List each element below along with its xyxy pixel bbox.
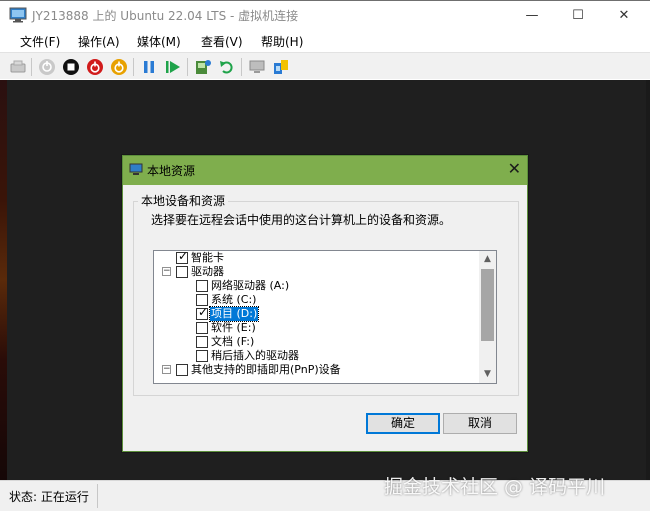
menu-file[interactable]: 文件(F) [20, 33, 60, 50]
window-title: JY213888 上的 Ubuntu 22.04 LTS - 虚拟机连接 [32, 9, 299, 23]
checkpoint-icon[interactable] [194, 58, 212, 76]
share-icon[interactable] [272, 58, 290, 76]
toolbar-separator [31, 58, 32, 76]
scroll-down-arrow-icon[interactable]: ▼ [479, 366, 496, 383]
tree-item-later-drives[interactable]: 稍后插入的驱动器 [196, 349, 476, 363]
pause-icon[interactable] [140, 58, 158, 76]
dialog-computer-icon [129, 163, 143, 180]
cancel-button[interactable]: 取消 [443, 413, 517, 434]
vm-connection-icon [9, 7, 27, 23]
enhanced-session-icon[interactable] [248, 58, 266, 76]
ctrl-alt-del-icon[interactable] [9, 58, 27, 76]
collapse-icon[interactable]: − [162, 267, 171, 276]
tree-item-network-drive[interactable]: 网络驱动器 (A:) [196, 279, 476, 293]
later-drives-checkbox[interactable] [196, 350, 208, 362]
status-text: 状态: 正在运行 [9, 490, 89, 504]
group-label: 本地设备和资源 [138, 192, 229, 209]
network-drive-checkbox[interactable] [196, 280, 208, 292]
tree-item-label: 网络驱动器 (A:) [211, 279, 290, 292]
toolbar-separator [187, 58, 188, 76]
scroll-thumb[interactable] [481, 269, 494, 341]
tree-item-pnp-devices[interactable]: − 其他支持的即插即用(PnP)设备 [162, 363, 480, 377]
window-close-button[interactable]: ✕ [601, 1, 647, 31]
vm-desktop-edge [0, 80, 7, 480]
tree-item-documents-drive[interactable]: 文档 (F:) [196, 335, 476, 349]
menu-bar: 文件(F) 操作(A) 媒体(M) 查看(V) 帮助(H) [0, 30, 650, 52]
menu-media[interactable]: 媒体(M) [137, 33, 181, 50]
tree-item-drives[interactable]: − 驱动器 [162, 265, 482, 279]
shut-down-icon[interactable] [86, 58, 104, 76]
dialog-close-button[interactable]: ✕ [508, 159, 521, 178]
start-icon[interactable] [38, 58, 56, 76]
drives-checkbox[interactable] [176, 266, 188, 278]
watermark: 掘金技术社区 @ 译码平川 [384, 476, 606, 498]
menu-action[interactable]: 操作(A) [78, 33, 120, 50]
tree-item-label: 智能卡 [191, 251, 224, 264]
project-drive-checkbox[interactable]: ✓ [196, 305, 208, 320]
tree-item-smart-card[interactable]: ✓ 智能卡 [176, 251, 476, 265]
tree-item-label: 文档 (F:) [211, 335, 255, 348]
tree-item-label: 其他支持的即插即用(PnP)设备 [191, 363, 341, 376]
dialog-title: 本地资源 [147, 164, 196, 178]
smart-card-checkbox[interactable]: ✓ [176, 251, 188, 264]
scroll-up-arrow-icon[interactable]: ▲ [479, 251, 496, 268]
tree-item-project-drive[interactable]: ✓ 项目 (D:) [196, 305, 476, 322]
revert-icon[interactable] [218, 58, 236, 76]
dialog-titlebar: 本地资源 ✕ [123, 156, 527, 185]
software-drive-checkbox[interactable] [196, 322, 208, 334]
tree-item-label-selected: 项目 (D:) [208, 306, 260, 322]
device-tree[interactable]: ✓ 智能卡 − 驱动器 网络驱动器 (A:) 系统 (C:) ✓ 项目 (D:)… [153, 250, 497, 384]
collapse-icon[interactable]: − [162, 365, 171, 374]
vm-desktop-edge-right [646, 80, 650, 480]
instruction-text: 选择要在远程会话中使用的这台计算机上的设备和资源。 [151, 213, 452, 227]
tree-item-system-drive[interactable]: 系统 (C:) [196, 293, 476, 307]
tree-item-label: 稍后插入的驱动器 [211, 349, 299, 362]
save-icon[interactable] [110, 58, 128, 76]
documents-drive-checkbox[interactable] [196, 336, 208, 348]
menu-view[interactable]: 查看(V) [201, 33, 243, 50]
pnp-devices-checkbox[interactable] [176, 364, 188, 376]
tree-item-label: 软件 (E:) [211, 321, 256, 334]
ok-button[interactable]: 确定 [366, 413, 440, 434]
tree-item-label: 驱动器 [191, 265, 224, 278]
local-resources-dialog: 本地资源 ✕ 本地设备和资源 选择要在远程会话中使用的这台计算机上的设备和资源。… [122, 155, 528, 452]
turn-off-icon[interactable] [62, 58, 80, 76]
maximize-button[interactable]: ☐ [555, 1, 601, 31]
tree-item-label: 系统 (C:) [211, 293, 257, 306]
window-titlebar: JY213888 上的 Ubuntu 22.04 LTS - 虚拟机连接 — ☐… [0, 0, 650, 30]
tree-item-software-drive[interactable]: 软件 (E:) [196, 321, 476, 335]
resume-icon[interactable] [164, 58, 182, 76]
toolbar-separator [241, 58, 242, 76]
toolbar [0, 52, 650, 79]
menu-help[interactable]: 帮助(H) [261, 33, 303, 50]
status-separator [97, 484, 98, 508]
minimize-button[interactable]: — [509, 1, 555, 31]
tree-scrollbar[interactable]: ▲ ▼ [479, 251, 496, 383]
toolbar-separator [133, 58, 134, 76]
